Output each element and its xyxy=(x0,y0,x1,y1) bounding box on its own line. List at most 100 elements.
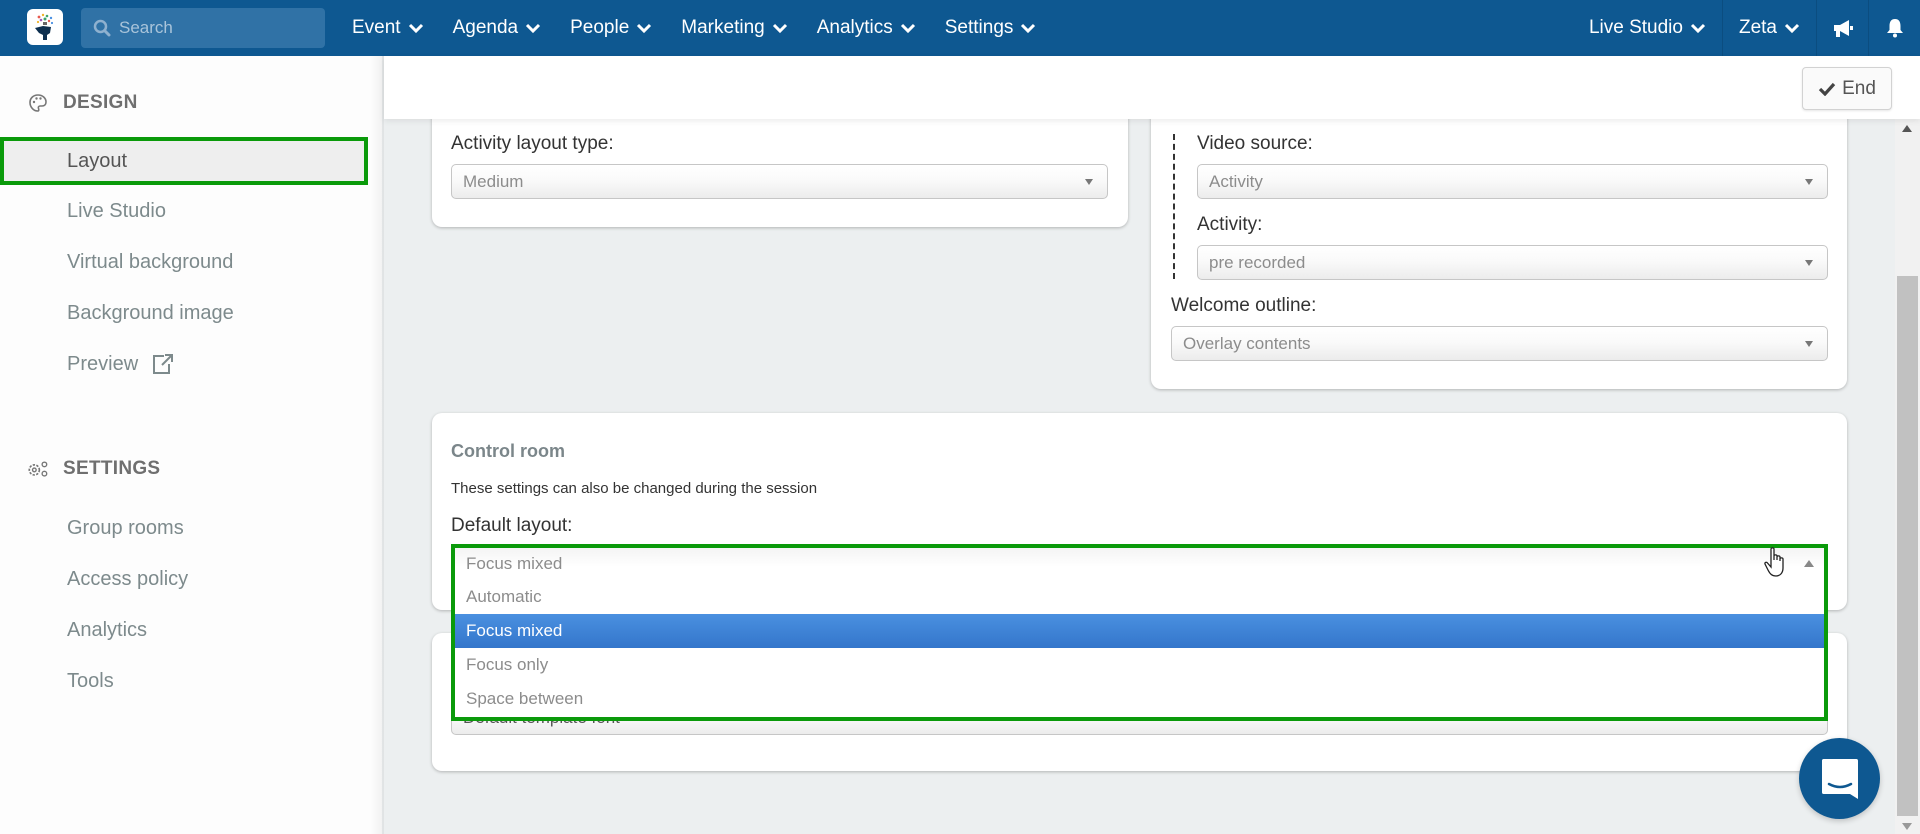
activity-layout-label: Activity layout type: xyxy=(451,133,614,154)
chevron-down-icon xyxy=(637,23,652,34)
dropdown-arrow-up-icon xyxy=(1804,560,1814,567)
checkmark-icon xyxy=(1818,82,1836,96)
nav-people-label: People xyxy=(570,17,630,38)
live-studio-label: Live Studio xyxy=(1588,17,1683,38)
sidebar-item-background-image[interactable]: Background image xyxy=(0,289,366,337)
live-studio-menu[interactable]: Live Studio xyxy=(1573,0,1722,56)
scroll-up-arrow-icon[interactable] xyxy=(1902,125,1912,132)
top-navigation-bar: Event Agenda People Marketing Analytics … xyxy=(0,0,1920,56)
nav-people[interactable]: People xyxy=(570,17,652,39)
nav-event-label: Event xyxy=(352,17,401,38)
sidebar-item-label: Layout xyxy=(67,149,128,172)
nav-right: Live Studio Zeta xyxy=(1573,0,1920,56)
sidebar-item-tools[interactable]: Tools xyxy=(0,657,366,705)
control-room-description: These settings can also be changed durin… xyxy=(451,480,818,497)
megaphone-icon xyxy=(1833,20,1853,37)
option-focus-mixed[interactable]: Focus mixed xyxy=(455,614,1824,648)
sidebar-item-virtual-background[interactable]: Virtual background xyxy=(0,238,366,286)
welcome-outline-label: Welcome outline: xyxy=(1171,295,1317,316)
sidebar-item-label: Analytics xyxy=(67,618,148,641)
user-label: Zeta xyxy=(1738,17,1777,38)
sidebar-item-group-rooms[interactable]: Group rooms xyxy=(0,504,366,552)
default-layout-value: Focus mixed xyxy=(466,554,563,573)
nav-analytics-label: Analytics xyxy=(816,17,893,38)
chevron-down-icon xyxy=(772,23,787,34)
gears-icon xyxy=(27,458,49,480)
sidebar-item-label: Virtual background xyxy=(67,250,234,273)
chevron-down-icon xyxy=(1784,23,1800,34)
scrollbar-thumb[interactable] xyxy=(1897,276,1918,816)
chevron-down-icon xyxy=(1021,23,1036,34)
option-label: Automatic xyxy=(466,587,542,606)
sidebar-item-label: Access policy xyxy=(67,567,189,590)
announcements-button[interactable] xyxy=(1816,0,1868,56)
end-button-label: End xyxy=(1842,77,1876,99)
app-logo[interactable] xyxy=(27,9,63,45)
video-source-label: Video source: xyxy=(1197,133,1313,154)
option-label: Space between xyxy=(466,689,584,708)
activity-select[interactable]: pre recorded xyxy=(1197,245,1828,280)
nav-agenda[interactable]: Agenda xyxy=(453,17,542,39)
sidebar-item-label: Live Studio xyxy=(67,199,166,222)
chevron-down-icon xyxy=(900,23,915,34)
nav-marketing[interactable]: Marketing xyxy=(681,17,787,39)
notifications-button[interactable] xyxy=(1868,0,1920,56)
sidebar-item-label: Tools xyxy=(67,669,114,692)
chevron-down-icon xyxy=(1690,23,1706,34)
hand-cursor-icon xyxy=(1763,547,1787,584)
vertical-scrollbar[interactable] xyxy=(1895,119,1920,834)
dropdown-arrow-icon xyxy=(1805,179,1813,185)
nested-indicator xyxy=(1173,134,1175,279)
default-layout-label: Default layout: xyxy=(451,515,573,536)
nav-analytics[interactable]: Analytics xyxy=(817,17,916,39)
chat-support-button[interactable] xyxy=(1799,738,1880,819)
default-layout-dropdown[interactable]: Focus mixed Automatic Focus mixed Focus … xyxy=(451,544,1828,721)
external-link-icon xyxy=(150,353,174,375)
video-source-value: Activity xyxy=(1209,171,1263,191)
scroll-down-arrow-icon[interactable] xyxy=(1902,823,1912,830)
chat-bubble-icon xyxy=(1821,758,1858,799)
sidebar: DESIGN Layout Live Studio Virtual backgr… xyxy=(0,56,382,834)
bell-icon xyxy=(1886,19,1903,38)
main-nav: Event Agenda People Marketing Analytics … xyxy=(352,0,1065,56)
chevron-down-icon xyxy=(526,23,541,34)
settings-section-header: SETTINGS xyxy=(27,458,160,480)
option-space-between[interactable]: Space between xyxy=(455,682,1824,716)
settings-section-title: SETTINGS xyxy=(63,458,161,479)
dropdown-arrow-icon xyxy=(1085,179,1093,185)
nav-settings-label: Settings xyxy=(944,17,1014,38)
nav-settings[interactable]: Settings xyxy=(945,17,1037,39)
dropdown-arrow-icon xyxy=(1805,341,1813,347)
default-layout-select[interactable]: Focus mixed xyxy=(455,548,1824,580)
sidebar-item-access-policy[interactable]: Access policy xyxy=(0,555,366,603)
search-box[interactable] xyxy=(81,8,325,48)
sidebar-divider xyxy=(370,56,384,834)
option-automatic[interactable]: Automatic xyxy=(455,580,1824,614)
option-focus-only[interactable]: Focus only xyxy=(455,648,1824,682)
user-menu[interactable]: Zeta xyxy=(1721,0,1816,56)
activity-label: Activity: xyxy=(1197,214,1263,235)
nav-event[interactable]: Event xyxy=(352,17,424,39)
dropdown-arrow-icon xyxy=(1805,260,1813,266)
option-label: Focus mixed xyxy=(466,621,563,640)
option-label: Focus only xyxy=(466,655,549,674)
palette-icon xyxy=(27,92,49,114)
page-header: End xyxy=(384,56,1920,119)
video-source-select[interactable]: Activity xyxy=(1197,164,1828,199)
activity-layout-value: Medium xyxy=(463,171,524,191)
logo-icon xyxy=(35,13,54,40)
sidebar-item-label: Preview xyxy=(67,352,139,375)
search-input[interactable] xyxy=(119,18,309,38)
sidebar-item-analytics[interactable]: Analytics xyxy=(0,606,366,654)
sidebar-item-layout[interactable]: Layout xyxy=(0,137,368,185)
sidebar-item-preview[interactable]: Preview xyxy=(0,340,366,388)
activity-layout-select[interactable]: Medium xyxy=(451,164,1108,199)
design-section-header: DESIGN xyxy=(27,92,138,114)
sidebar-item-label: Background image xyxy=(67,301,234,324)
sidebar-item-live-studio[interactable]: Live Studio xyxy=(0,187,366,235)
design-section-title: DESIGN xyxy=(63,92,138,113)
welcome-outline-select[interactable]: Overlay contents xyxy=(1171,326,1828,361)
control-room-title: Control room xyxy=(451,441,565,461)
end-button[interactable]: End xyxy=(1802,67,1892,110)
welcome-outline-value: Overlay contents xyxy=(1183,333,1311,353)
